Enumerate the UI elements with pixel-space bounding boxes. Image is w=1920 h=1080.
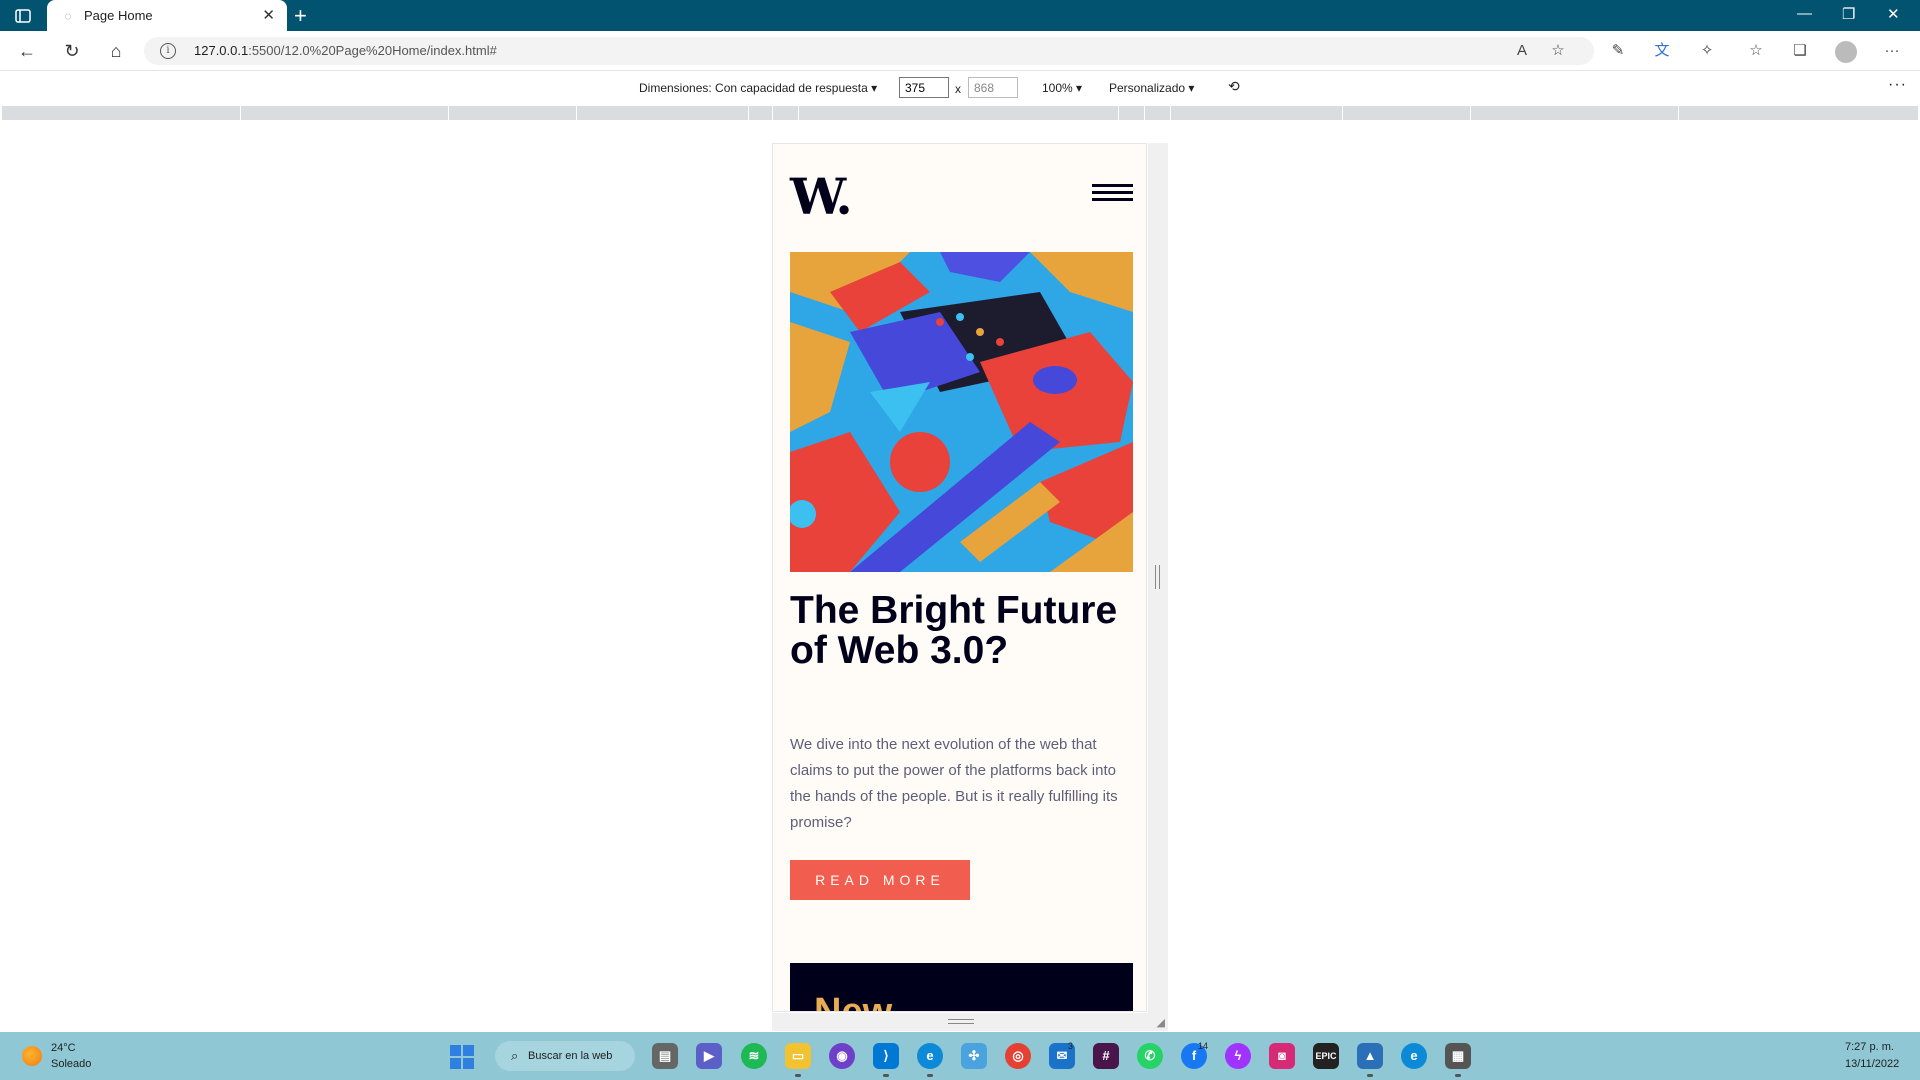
dimensions-dropdown[interactable]: Dimensiones: Con capacidad de respuesta … [639, 81, 877, 95]
task-view-icon[interactable]: ▤ [652, 1043, 678, 1069]
home-icon[interactable]: ⌂ [106, 41, 126, 61]
site-logo[interactable]: W. [790, 172, 853, 222]
hamburger-menu-icon[interactable] [1092, 184, 1133, 204]
width-input[interactable] [899, 77, 949, 98]
tab-actions-icon[interactable] [14, 7, 32, 25]
pinwheel-icon[interactable]: ✣ [961, 1043, 987, 1069]
refresh-icon[interactable]: ↻ [62, 41, 82, 61]
article-headline: The Bright Future of Web 3.0? [790, 589, 1118, 672]
more-menu-icon[interactable]: ··· [1882, 41, 1902, 61]
minimize-icon[interactable]: — [1797, 5, 1812, 22]
mail-badge: 3 [1068, 1041, 1074, 1051]
media-query-bar[interactable] [2, 106, 1918, 120]
search-icon: ⌕ [511, 1048, 519, 1063]
eyedropper-icon[interactable]: ✎ [1608, 41, 1628, 61]
browser-tab-bar: ◌ Page Home ✕ + — ❐ ✕ [0, 0, 1920, 31]
tab-close-icon[interactable]: ✕ [262, 6, 275, 24]
profile-avatar[interactable] [1835, 41, 1857, 63]
hero-image [790, 252, 1133, 572]
restore-icon[interactable]: ❐ [1842, 5, 1855, 23]
edge-icon[interactable]: e [917, 1043, 943, 1069]
search-label: Buscar en la web [528, 1050, 613, 1062]
viewport-resize-handle-right[interactable] [1148, 143, 1168, 1013]
back-icon[interactable]: ← [17, 41, 37, 61]
times-separator: x [955, 82, 961, 96]
browser-toolbar: ← ↻ ⌂ i 127.0.0.1:5500/12.0%20Page%20Hom… [0, 31, 1920, 71]
article-description: We dive into the next evolution of the w… [790, 736, 1118, 831]
photos-icon[interactable]: ▲ [1357, 1043, 1383, 1069]
tab-title: Page Home [84, 8, 153, 23]
favorites-icon[interactable]: ☆ [1746, 41, 1766, 61]
read-aloud-icon[interactable]: A [1512, 41, 1532, 61]
epic-games-icon[interactable]: EPIC [1313, 1043, 1339, 1069]
rotate-icon[interactable]: ⟲ [1228, 78, 1240, 95]
clock-time[interactable]: 7:27 p. m. [1845, 1041, 1894, 1053]
page-favicon-icon: ◌ [64, 9, 72, 23]
calculator-icon[interactable]: ▦ [1445, 1043, 1471, 1069]
resize-corner-icon[interactable]: ◢ [1157, 1016, 1165, 1029]
translate-icon[interactable]: 文 [1652, 41, 1672, 61]
throttle-dropdown[interactable]: Personalizado ▾ [1109, 81, 1194, 95]
facebook-badge: 14 [1198, 1041, 1209, 1051]
clock-date[interactable]: 13/11/2022 [1845, 1058, 1899, 1070]
github-icon[interactable]: ◉ [829, 1043, 855, 1069]
file-explorer-icon[interactable]: ▭ [785, 1043, 811, 1069]
tab-page-home[interactable]: ◌ Page Home ✕ [47, 0, 287, 31]
device-viewport: W. The Bright Future of Web 3.0? We dive… [772, 143, 1147, 1012]
new-tab-button[interactable]: + [294, 3, 307, 29]
url-text[interactable]: 127.0.0.1:5500/12.0%20Page%20Home/index.… [194, 43, 497, 58]
window-close-icon[interactable]: ✕ [1887, 5, 1900, 23]
windows-taskbar: 24°C Soleado ⌕ Buscar en la web ▤ ▶ ≋ ▭ … [0, 1032, 1920, 1080]
weather-temperature[interactable]: 24°C [51, 1042, 76, 1054]
device-more-icon[interactable]: ··· [1888, 76, 1907, 94]
height-input[interactable] [968, 77, 1018, 98]
edge-beta-icon[interactable]: e [1401, 1043, 1427, 1069]
favorite-star-icon[interactable]: ☆ [1548, 41, 1568, 61]
slack-icon[interactable]: # [1093, 1043, 1119, 1069]
zoom-dropdown[interactable]: 100% ▾ [1042, 81, 1082, 95]
chrome-icon[interactable]: ◎ [1005, 1043, 1031, 1069]
device-toolbar: Dimensiones: Con capacidad de respuesta … [0, 72, 1920, 104]
viewport-resize-handle-bottom[interactable]: ◢ [772, 1013, 1168, 1031]
start-button[interactable] [450, 1045, 474, 1069]
instagram-icon[interactable]: ◙ [1269, 1043, 1295, 1069]
teams-chat-icon[interactable]: ▶ [696, 1043, 722, 1069]
spotify-icon[interactable]: ≋ [741, 1043, 767, 1069]
messenger-icon[interactable]: ϟ [1225, 1043, 1251, 1069]
collections-icon[interactable]: ❏ [1790, 41, 1810, 61]
site-info-icon[interactable]: i [160, 43, 176, 59]
weather-description[interactable]: Soleado [51, 1058, 91, 1070]
weather-sun-icon[interactable] [22, 1046, 42, 1066]
vscode-icon[interactable]: ⟩ [873, 1043, 899, 1069]
read-more-button[interactable]: READ MORE [790, 860, 970, 900]
whatsapp-icon[interactable]: ✆ [1137, 1043, 1163, 1069]
extensions-icon[interactable]: ✧ [1697, 41, 1717, 61]
address-bar[interactable]: i 127.0.0.1:5500/12.0%20Page%20Home/inde… [144, 37, 1594, 65]
taskbar-search[interactable]: ⌕ Buscar en la web [495, 1041, 635, 1071]
new-section-title: New [814, 991, 893, 1012]
new-section: New [790, 963, 1133, 1012]
